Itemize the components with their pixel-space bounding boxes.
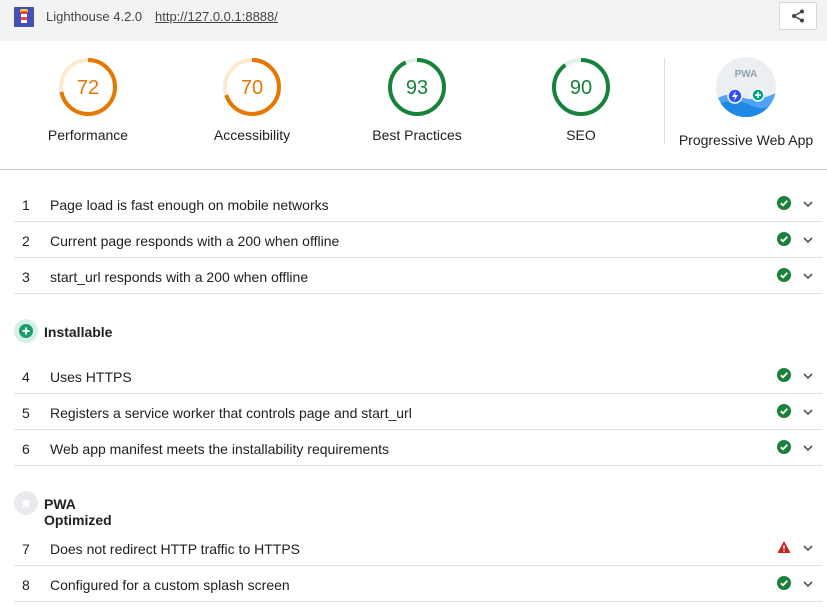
audit-row[interactable]: 7 Does not redirect HTTP traffic to HTTP… [14, 530, 822, 566]
gauge-value: 93 [406, 77, 428, 99]
gauge-label: Accessibility [213, 127, 291, 143]
chevron-down-icon[interactable] [802, 542, 814, 554]
gauge-divider [664, 58, 665, 144]
page-url-link[interactable]: http://127.0.0.1:8888/ [155, 9, 278, 24]
gauge-pwa[interactable]: PWA Progressive Web App [670, 57, 822, 148]
pwa-badge-icon: PWA [716, 57, 776, 117]
gauge-value: 70 [241, 77, 263, 99]
app-title: Lighthouse 4.2.0 [46, 9, 143, 24]
gauge-label: Performance [47, 127, 129, 143]
gauge-seo[interactable]: 90 SEO [516, 57, 646, 143]
audit-index: 6 [22, 441, 30, 457]
audit-index: 4 [22, 369, 30, 385]
gauge-ring: 90 [552, 58, 610, 116]
audit-row[interactable]: 1 Page load is fast enough on mobile net… [14, 186, 822, 222]
chevron-down-icon[interactable] [802, 270, 814, 282]
gauge-accessibility[interactable]: 70 Accessibility [187, 57, 317, 143]
gauge-label: Best Practices [372, 127, 462, 143]
audit-title: Page load is fast enough on mobile netwo… [50, 197, 329, 213]
gauge-ring: 93 [388, 58, 446, 116]
plus-circle-icon [14, 319, 38, 343]
pass-check-icon [777, 404, 791, 418]
lighthouse-logo-icon [14, 7, 34, 27]
pass-check-icon [777, 232, 791, 246]
gauge-value: 90 [570, 77, 592, 99]
audit-index: 8 [22, 577, 30, 593]
audit-title: Registers a service worker that controls… [50, 405, 412, 421]
gauge-label: SEO [566, 127, 596, 143]
gauge-ring: 72 [59, 58, 117, 116]
audit-title: Configured for a custom splash screen [50, 577, 290, 593]
top-bar: Lighthouse 4.2.0 http://127.0.0.1:8888/ [0, 0, 827, 41]
pass-check-icon [777, 368, 791, 382]
audit-row[interactable]: 3 start_url responds with a 200 when off… [14, 258, 822, 294]
pwa-label: Progressive Web App [678, 132, 814, 148]
audit-title: Uses HTTPS [50, 369, 132, 385]
pass-check-icon [777, 576, 791, 590]
audit-index: 1 [22, 197, 30, 213]
pwa-badge-text: PWA [735, 69, 758, 80]
audit-index: 3 [22, 269, 30, 285]
audit-title: Does not redirect HTTP traffic to HTTPS [50, 541, 301, 557]
audit-row[interactable]: 5 Registers a service worker that contro… [14, 394, 822, 430]
pass-check-icon [777, 440, 791, 454]
pass-check-icon [777, 196, 791, 210]
score-summary: 72 Performance 70 Accessibility 93 Best … [0, 41, 827, 170]
audit-index: 7 [22, 541, 30, 557]
audit-row[interactable]: 8 Configured for a custom splash screen [14, 566, 822, 602]
audit-title: Web app manifest meets the installabilit… [50, 441, 390, 457]
share-icon [792, 9, 804, 23]
share-button[interactable] [779, 2, 817, 30]
chevron-down-icon[interactable] [802, 198, 814, 210]
fail-warning-icon [777, 541, 791, 553]
chevron-down-icon[interactable] [802, 406, 814, 418]
gauge-value: 72 [77, 77, 99, 99]
chevron-down-icon[interactable] [802, 442, 814, 454]
group-title: PWA Optimized [44, 496, 112, 528]
group-title: Installable [44, 324, 113, 340]
gauge-performance[interactable]: 72 Performance [23, 57, 153, 143]
audit-row[interactable]: 2 Current page responds with a 200 when … [14, 222, 822, 258]
chevron-down-icon[interactable] [802, 370, 814, 382]
gauge-ring: 70 [223, 58, 281, 116]
audit-index: 5 [22, 405, 30, 421]
star-icon [14, 491, 38, 515]
audit-row[interactable]: 6 Web app manifest meets the installabil… [14, 430, 822, 466]
chevron-down-icon[interactable] [802, 578, 814, 590]
gauge-best-practices[interactable]: 93 Best Practices [352, 57, 482, 143]
audit-title: start_url responds with a 200 when offli… [50, 269, 309, 285]
audit-index: 2 [22, 233, 30, 249]
chevron-down-icon[interactable] [802, 234, 814, 246]
pass-check-icon [777, 268, 791, 282]
pwa-audit-list: 1 Page load is fast enough on mobile net… [0, 171, 827, 614]
audit-title: Current page responds with a 200 when of… [50, 233, 340, 249]
audit-row[interactable]: 4 Uses HTTPS [14, 358, 822, 394]
